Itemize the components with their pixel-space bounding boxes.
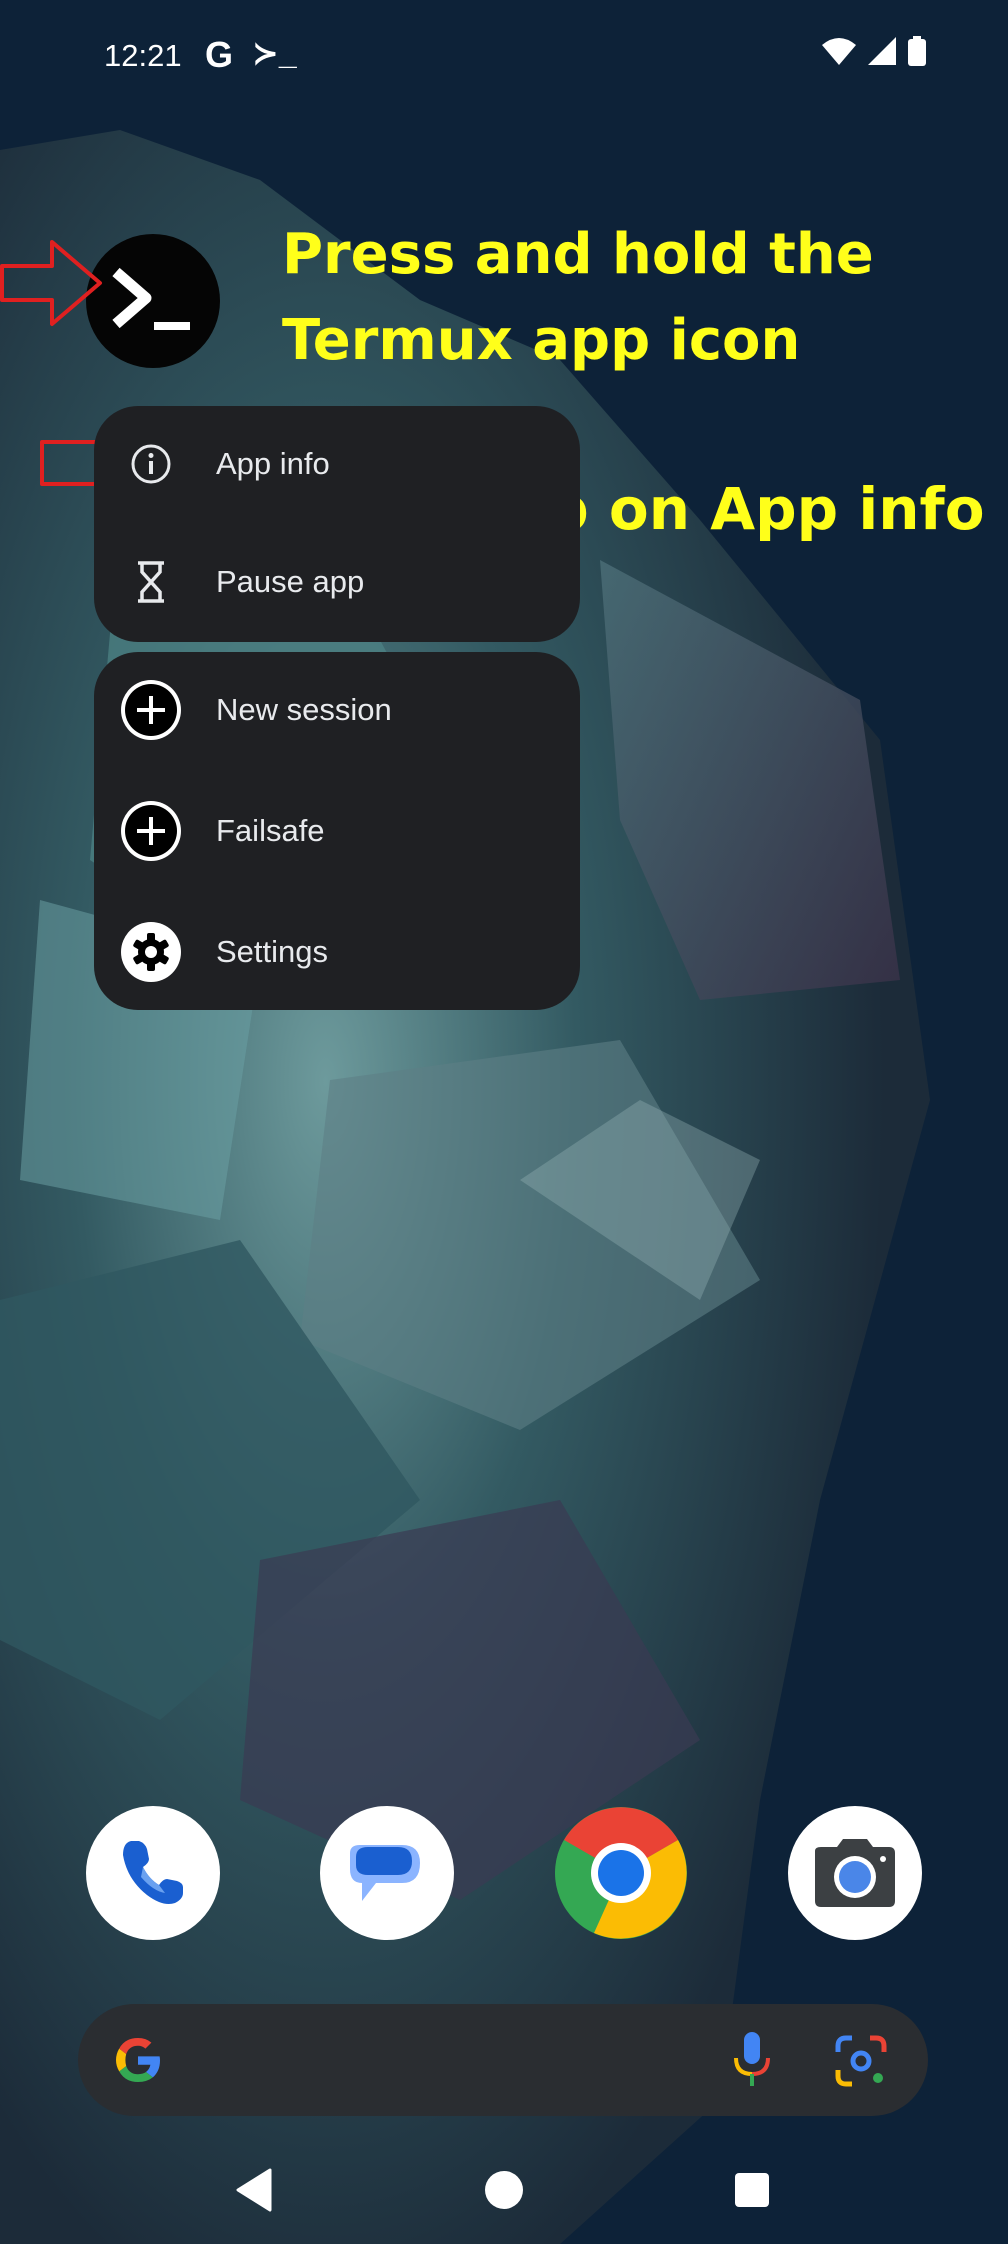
app-shortcuts-card: New session Failsafe Settings bbox=[94, 652, 580, 1010]
system-shortcuts-card: App info Pause app bbox=[94, 406, 580, 642]
camera-app-button[interactable] bbox=[788, 1806, 922, 1940]
status-icons bbox=[822, 36, 926, 66]
signal-icon bbox=[868, 37, 896, 65]
status-bar: 12:21 G ≻_ bbox=[0, 0, 1008, 110]
messages-icon bbox=[350, 1845, 420, 1901]
chrome-icon bbox=[555, 1807, 687, 1939]
microphone-icon[interactable] bbox=[732, 2030, 772, 2090]
annotation-line: Termux app icon bbox=[282, 308, 801, 373]
menu-item-label: Settings bbox=[216, 934, 329, 969]
menu-item-settings[interactable]: Settings bbox=[94, 894, 580, 1010]
chrome-app-button[interactable] bbox=[554, 1806, 688, 1940]
menu-item-new-session[interactable]: New session bbox=[94, 652, 580, 768]
recents-icon[interactable] bbox=[734, 2172, 770, 2208]
phone-icon bbox=[123, 1841, 183, 1904]
hourglass-icon bbox=[120, 551, 182, 613]
termux-notification-icon: ≻_ bbox=[252, 35, 297, 71]
terminal-prompt-icon bbox=[112, 267, 190, 330]
messages-app-button[interactable] bbox=[320, 1806, 454, 1940]
navigation-bar bbox=[0, 2150, 1008, 2244]
phone-app-button[interactable] bbox=[86, 1806, 220, 1940]
wifi-icon bbox=[822, 38, 856, 65]
home-icon[interactable] bbox=[484, 2170, 524, 2210]
plus-circle-icon bbox=[120, 679, 182, 741]
google-lens-icon[interactable] bbox=[834, 2034, 888, 2088]
google-logo-icon bbox=[116, 2038, 160, 2082]
menu-item-app-info[interactable]: App info bbox=[94, 406, 580, 522]
menu-item-label: Pause app bbox=[216, 564, 365, 599]
battery-icon bbox=[908, 36, 926, 66]
google-notification-icon: G bbox=[205, 34, 234, 75]
annotation-line: Press and hold the bbox=[282, 222, 874, 287]
press-hold-annotation: Press and hold the Termux app icon bbox=[282, 212, 874, 384]
status-time: 12:21 bbox=[104, 38, 182, 73]
plus-circle-icon bbox=[120, 800, 182, 862]
menu-item-label: App info bbox=[216, 446, 330, 481]
info-icon bbox=[120, 433, 182, 495]
back-icon[interactable] bbox=[234, 2168, 274, 2212]
dock bbox=[0, 1806, 1008, 1946]
google-search-bar[interactable] bbox=[78, 2004, 928, 2116]
termux-app-icon[interactable] bbox=[86, 234, 220, 368]
menu-item-label: Failsafe bbox=[216, 813, 325, 848]
menu-item-pause-app[interactable]: Pause app bbox=[94, 524, 580, 640]
menu-item-label: New session bbox=[216, 692, 392, 727]
menu-item-failsafe[interactable]: Failsafe bbox=[94, 773, 580, 889]
gear-icon bbox=[120, 921, 182, 983]
camera-icon bbox=[815, 1839, 895, 1907]
red-arrow-icon bbox=[0, 240, 102, 326]
